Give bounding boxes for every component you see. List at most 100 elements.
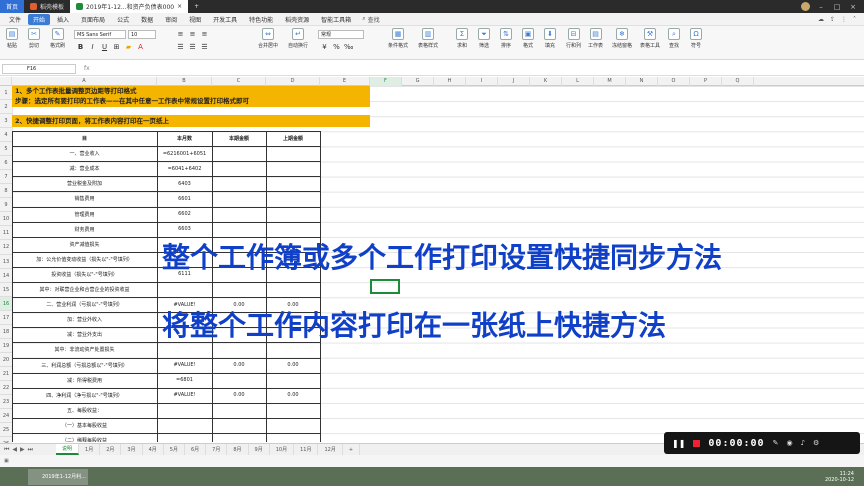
table-cell-item[interactable]: 投资收益（损失以"-"号填列）	[12, 267, 157, 282]
table-cell-cur[interactable]	[212, 146, 266, 161]
worksheet-button[interactable]: ▤ 工作表	[588, 28, 603, 49]
column-header[interactable]: Q	[722, 77, 754, 86]
table-cell-item[interactable]: 减：所得税费用	[12, 373, 157, 388]
row-header[interactable]: 16	[0, 296, 12, 311]
table-cell-month[interactable]: #VALUE!	[157, 358, 212, 373]
table-cell-item[interactable]: 其中：非流动资产处置损失	[12, 342, 157, 357]
table-cell-month[interactable]: 6602	[157, 207, 212, 222]
taskbar-task-workbook[interactable]: 2019年1-12月利...	[28, 468, 88, 485]
sheet-tab-month[interactable]: 1月	[79, 444, 101, 455]
menu-smart-tools[interactable]: 智能工具箱	[316, 14, 356, 25]
align-bottom-icon[interactable]: ≡	[200, 30, 209, 38]
close-tab-icon[interactable]: ×	[177, 3, 182, 10]
table-cell-item[interactable]: （一）基本每股收益	[12, 418, 157, 433]
table-cell-month[interactable]	[157, 418, 212, 433]
row-header[interactable]: 6	[0, 156, 12, 171]
table-cell-item[interactable]: （二）稀释每股收益	[12, 433, 157, 442]
tab-workbook[interactable]: 2019年1-12...和资产负债表000 ×	[70, 0, 189, 13]
column-header[interactable]: L	[562, 77, 594, 86]
new-tab-button[interactable]: +	[188, 0, 205, 13]
sheet-tab-notes[interactable]: 说明	[56, 444, 80, 455]
table-cell-cur[interactable]	[212, 433, 266, 442]
column-header[interactable]: C	[212, 77, 266, 86]
column-header[interactable]: G	[402, 77, 434, 86]
currency-icon[interactable]: ¥	[320, 43, 329, 51]
table-cell-item[interactable]: 营业税金及附加	[12, 176, 157, 191]
filter-button[interactable]: ⏷ 筛选	[478, 28, 490, 49]
table-cell-month[interactable]: 6603	[157, 222, 212, 237]
column-header[interactable]: D	[266, 77, 320, 86]
symbol-button[interactable]: Ω 符号	[690, 28, 702, 49]
pen-icon[interactable]: ✎	[773, 439, 779, 447]
microphone-icon[interactable]: ♪	[801, 439, 805, 447]
table-cell-item[interactable]: 五、每股收益：	[12, 403, 157, 418]
wrap-text-button[interactable]: ↵ 自动换行	[288, 28, 308, 49]
table-cell-prev[interactable]: 0.00	[266, 388, 320, 403]
table-style-button[interactable]: ▥ 表格样式	[418, 28, 438, 49]
align-center-icon[interactable]: ☰	[188, 43, 197, 51]
row-header[interactable]: 8	[0, 184, 12, 199]
stop-icon[interactable]	[693, 439, 701, 447]
share-icon[interactable]: ⇪	[830, 16, 835, 23]
table-cell-prev[interactable]: 0.00	[266, 358, 320, 373]
row-header[interactable]: 15	[0, 282, 12, 297]
menu-features[interactable]: 特色功能	[244, 14, 278, 25]
italic-icon[interactable]: I	[88, 43, 97, 51]
table-cell-prev[interactable]	[266, 176, 320, 191]
fx-icon[interactable]: fx	[84, 65, 90, 72]
row-header[interactable]: 13	[0, 254, 12, 269]
menu-developer[interactable]: 开发工具	[208, 14, 242, 25]
table-cell-item[interactable]: 加：公允价值变动收益（损失以"-"号填列）	[12, 252, 157, 267]
number-format-select[interactable]: 常规	[318, 30, 364, 39]
table-cell-item[interactable]: 一、营业收入	[12, 146, 157, 161]
fill-color-icon[interactable]: ▰	[124, 43, 133, 51]
row-header[interactable]: 22	[0, 380, 12, 395]
table-cell-month[interactable]: #VALUE!	[157, 388, 212, 403]
settings-icon[interactable]: ⚙	[813, 439, 819, 447]
menu-resources[interactable]: 稻壳资源	[280, 14, 314, 25]
row-header[interactable]: 18	[0, 324, 12, 339]
table-header-cell[interactable]: 目	[12, 131, 157, 146]
sheet-tab-month[interactable]: 9月	[249, 444, 270, 455]
name-box[interactable]: F16	[2, 63, 76, 74]
row-header[interactable]: 1	[0, 86, 12, 101]
row-header[interactable]: 14	[0, 268, 12, 283]
thousands-icon[interactable]: ‰	[344, 43, 353, 51]
table-cell-prev[interactable]	[266, 282, 320, 297]
row-header[interactable]: 20	[0, 352, 12, 367]
table-cell-month[interactable]	[157, 342, 212, 357]
row-header[interactable]: 2	[0, 100, 12, 115]
row-header[interactable]: 10	[0, 212, 12, 227]
table-cell-cur[interactable]	[212, 222, 266, 237]
table-cell-month[interactable]: =6216001+6051	[157, 146, 212, 161]
column-header[interactable]: K	[530, 77, 562, 86]
table-cell-month[interactable]: =6801	[157, 373, 212, 388]
close-icon[interactable]: ×	[848, 3, 858, 11]
sheet-tab-month[interactable]: 5月	[164, 444, 185, 455]
cut-button[interactable]: ✂ 剪切	[28, 28, 40, 49]
table-cell-item[interactable]: 其中：对联营企业和合营企业的投资收益	[12, 282, 157, 297]
paste-button[interactable]: ▤ 粘贴	[6, 28, 18, 49]
menu-formulas[interactable]: 公式	[112, 14, 134, 25]
font-name-select[interactable]: MS Sans Serif	[74, 30, 126, 39]
sheet-tab-month[interactable]: 11月	[294, 444, 319, 455]
fill-button[interactable]: ⬇ 填充	[544, 28, 556, 49]
table-cell-cur[interactable]	[212, 373, 266, 388]
table-cell-cur[interactable]	[212, 207, 266, 222]
table-cell-item[interactable]: 管理费用	[12, 207, 157, 222]
column-header[interactable]: H	[434, 77, 466, 86]
next-sheet-icon[interactable]: ▶	[20, 446, 25, 454]
sheet-tab-month[interactable]: 10月	[270, 444, 295, 455]
align-right-icon[interactable]: ☰	[200, 43, 209, 51]
sheet-tab-month[interactable]: 6月	[185, 444, 207, 455]
table-cell-cur[interactable]: 0.00	[212, 358, 266, 373]
maximize-icon[interactable]: □	[832, 3, 842, 11]
avatar[interactable]	[801, 2, 810, 11]
rows-columns-button[interactable]: ⊟ 行和列	[566, 28, 581, 49]
column-header[interactable]: I	[466, 77, 498, 86]
border-icon[interactable]: ⊞	[112, 43, 121, 51]
table-cell-cur[interactable]: 0.00	[212, 388, 266, 403]
sheet-tab-month[interactable]: 2月	[100, 444, 122, 455]
tab-templates[interactable]: 稻壳模板	[24, 0, 70, 13]
format-button[interactable]: ▣ 格式	[522, 28, 534, 49]
